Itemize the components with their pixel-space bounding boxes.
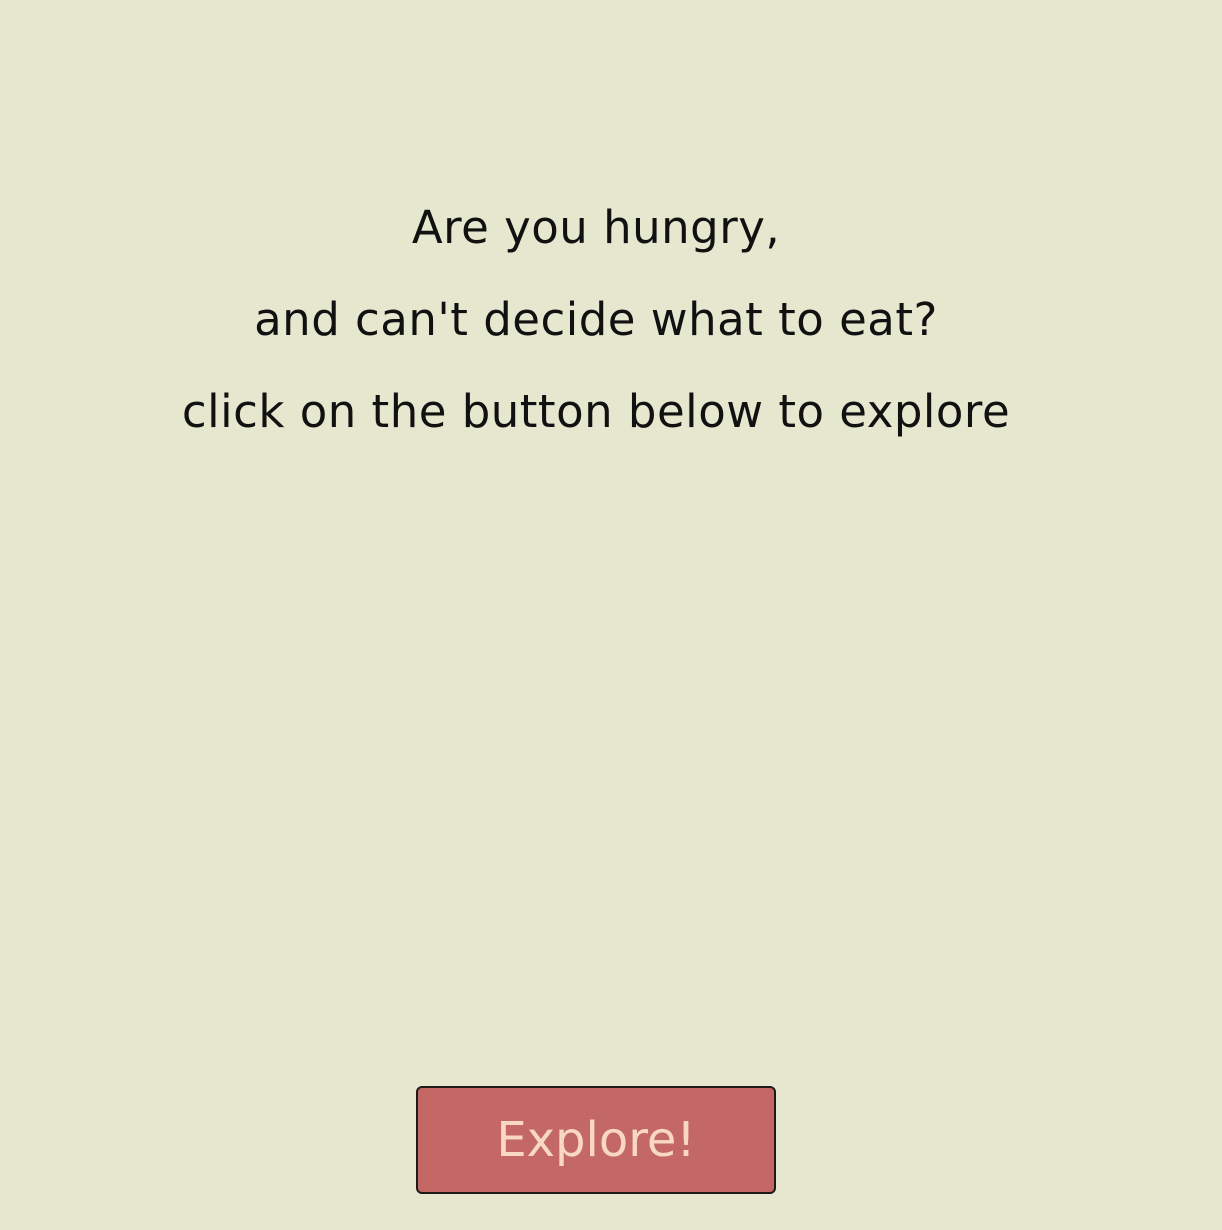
intro-message: Are you hungry, and can't decide what to… — [0, 182, 1222, 458]
explore-button[interactable]: Explore! — [416, 1086, 776, 1194]
intro-line-decide: and can't decide what to eat? — [254, 293, 938, 346]
landing-page: Are you hungry, and can't decide what to… — [0, 0, 1222, 1230]
intro-line-instruction: click on the button below to explore — [181, 385, 1011, 438]
intro-line-hungry: Are you hungry, — [411, 201, 781, 254]
